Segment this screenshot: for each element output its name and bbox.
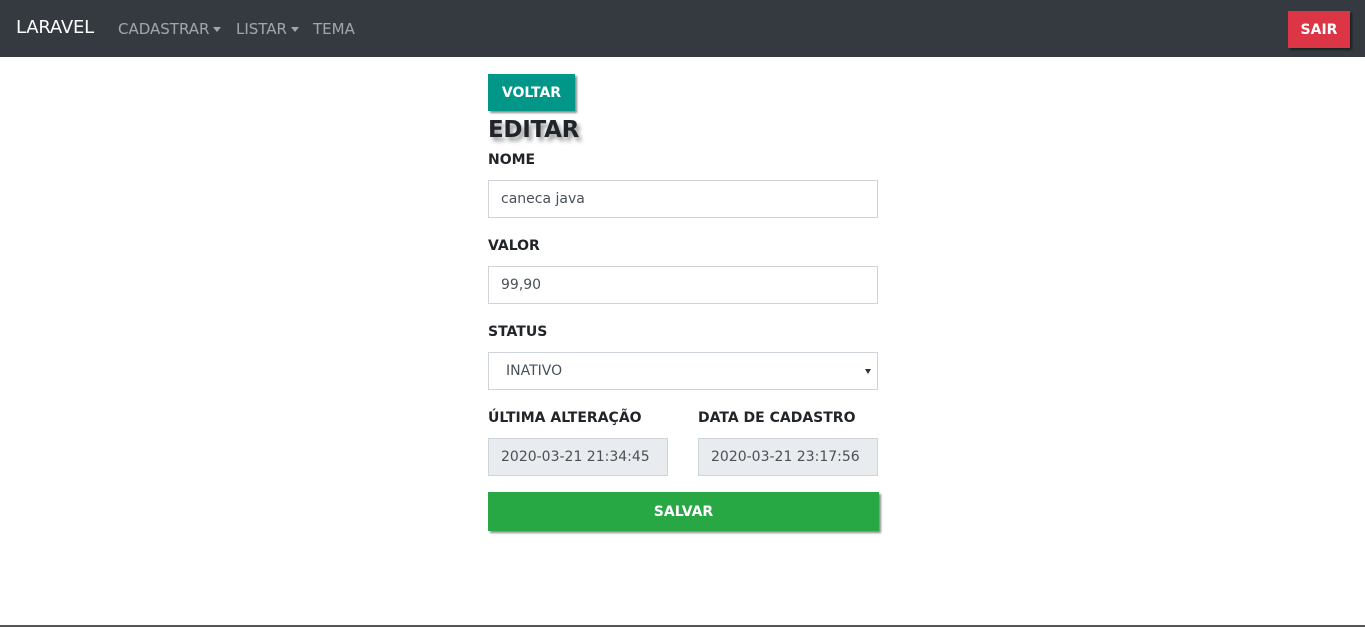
nav-item-listar[interactable]: LISTAR [236, 20, 299, 38]
nome-input[interactable]: caneca java [488, 180, 878, 218]
nav-item-label: TEMA [313, 20, 355, 38]
status-select[interactable]: INATIVO [488, 352, 878, 390]
data-cadastro-label: DATA DE CADASTRO [698, 410, 856, 426]
top-navbar: LARAVEL CADASTRAR LISTAR TEMA SAIR [0, 0, 1365, 57]
status-select-value: INATIVO [506, 363, 563, 379]
nome-input-value: caneca java [501, 191, 585, 207]
valor-input[interactable]: 99,90 [488, 266, 878, 304]
caret-down-icon [290, 26, 299, 32]
status-label: STATUS [488, 324, 548, 340]
logout-button[interactable]: SAIR [1288, 11, 1350, 48]
nav-item-label: CADASTRAR [118, 20, 210, 38]
nav-item-label: LISTAR [236, 20, 287, 38]
valor-input-value: 99,90 [501, 277, 542, 293]
caret-down-icon [213, 26, 222, 32]
nome-label: NOME [488, 152, 536, 168]
nav-item-cadastrar[interactable]: CADASTRAR [118, 20, 222, 38]
ultima-alteracao-value: 2020-03-21 21:34:45 [501, 449, 650, 465]
nav-item-tema[interactable]: TEMA [313, 20, 355, 38]
valor-label: VALOR [488, 238, 540, 254]
data-cadastro-value: 2020-03-21 23:17:56 [711, 449, 860, 465]
ultima-alteracao-label: ÚLTIMA ALTERAÇÃO [488, 410, 642, 426]
back-button[interactable]: VOLTAR [488, 74, 575, 111]
ultima-alteracao-field: 2020-03-21 21:34:45 [488, 438, 668, 476]
data-cadastro-field: 2020-03-21 23:17:56 [698, 438, 878, 476]
page-title: EDITAR [488, 117, 579, 143]
navbar-brand[interactable]: LARAVEL [16, 17, 94, 38]
caret-down-icon [865, 369, 871, 374]
save-button[interactable]: SALVAR [488, 492, 879, 531]
